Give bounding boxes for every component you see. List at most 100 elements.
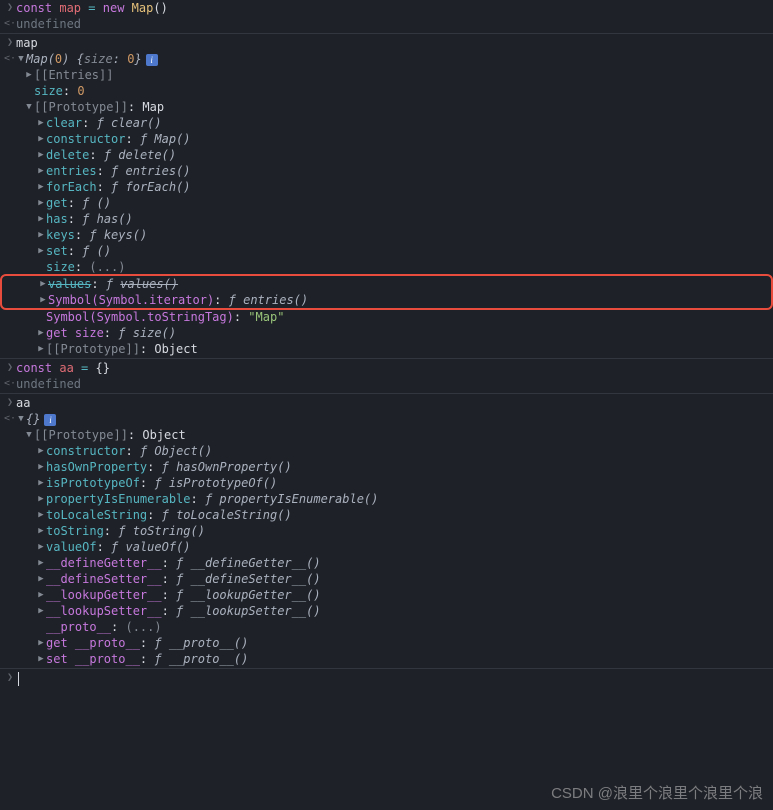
input-line-2[interactable]: ❯ map (0, 35, 773, 51)
collapse-toggle[interactable]: ▶ (36, 475, 46, 491)
separator (0, 358, 773, 359)
prompt-in-icon: ❯ (4, 360, 16, 376)
property-row[interactable]: ▶propertyIsEnumerable: ƒ propertyIsEnume… (0, 491, 773, 507)
collapse-toggle[interactable]: ▶ (36, 163, 46, 179)
collapse-toggle[interactable]: ▶ (36, 587, 46, 603)
expand-toggle[interactable]: ▼ (16, 51, 26, 67)
console-prompt[interactable]: ❯ (0, 670, 773, 686)
collapse-toggle[interactable]: ▶ (36, 571, 46, 587)
collapse-toggle[interactable]: ▶ (36, 523, 46, 539)
collapse-toggle[interactable]: ▶ (36, 179, 46, 195)
prop-label: clear: ƒ clear() (46, 115, 769, 131)
property-row[interactable]: ▶__lookupGetter__: ƒ __lookupGetter__() (0, 587, 773, 603)
collapse-toggle[interactable]: ▶ (24, 67, 34, 83)
entries-row[interactable]: ▶ [[Entries]] (0, 67, 773, 83)
collapse-toggle[interactable]: ▶ (36, 147, 46, 163)
collapse-toggle[interactable]: ▶ (36, 603, 46, 619)
prompt-in-icon: ❯ (4, 35, 16, 51)
property-row[interactable]: ▶__defineSetter__: ƒ __defineSetter__() (0, 571, 773, 587)
watermark: CSDN @浪里个浪里个浪里个浪 (551, 786, 763, 802)
highlight-box: ▶ values: ƒ values() ▶ Symbol(Symbol.ite… (0, 274, 773, 310)
collapse-toggle[interactable]: ▶ (36, 243, 46, 259)
collapse-toggle[interactable]: ▶ (38, 292, 48, 308)
property-row[interactable]: ▶keys: ƒ keys() (0, 227, 773, 243)
collapse-toggle[interactable]: ▶ (36, 131, 46, 147)
property-row[interactable]: ▶clear: ƒ clear() (0, 115, 773, 131)
prop-label: __defineGetter__: ƒ __defineGetter__() (46, 555, 769, 571)
prototype-object-row[interactable]: ▶ [[Prototype]]: Object (0, 341, 773, 357)
collapse-toggle[interactable]: ▶ (36, 459, 46, 475)
property-row[interactable]: ▶valueOf: ƒ valueOf() (0, 539, 773, 555)
prompt-in-icon: ❯ (4, 0, 16, 16)
collapse-toggle[interactable]: ▶ (36, 651, 46, 667)
expand-toggle[interactable]: ▼ (24, 427, 34, 443)
prop-label: get: ƒ () (46, 195, 769, 211)
prop-label: constructor: ƒ Map() (46, 131, 769, 147)
collapse-toggle[interactable]: ▶ (36, 555, 46, 571)
collapse-toggle[interactable]: ▶ (36, 635, 46, 651)
property-row[interactable]: ▶get __proto__: ƒ __proto__() (0, 635, 773, 651)
collapse-toggle[interactable]: ▶ (36, 211, 46, 227)
info-icon[interactable]: i (146, 54, 158, 66)
property-row[interactable]: ▶delete: ƒ delete() (0, 147, 773, 163)
property-row[interactable]: ▶set: ƒ () (0, 243, 773, 259)
values-row[interactable]: ▶ values: ƒ values() (2, 276, 771, 292)
prop-label: toLocaleString: ƒ toLocaleString() (46, 507, 769, 523)
property-row[interactable]: ▶get: ƒ () (0, 195, 773, 211)
output-line-3: <· undefined (0, 376, 773, 392)
expand-toggle[interactable]: ▼ (24, 99, 34, 115)
prototype-row[interactable]: ▼ [[Prototype]]: Map (0, 99, 773, 115)
collapse-toggle[interactable]: ▶ (36, 539, 46, 555)
collapse-toggle[interactable]: ▶ (36, 443, 46, 459)
cursor-icon (18, 672, 19, 686)
prop-label: set: ƒ () (46, 243, 769, 259)
property-row[interactable]: ▶hasOwnProperty: ƒ hasOwnProperty() (0, 459, 773, 475)
property-row[interactable]: ▶constructor: ƒ Map() (0, 131, 773, 147)
expand-toggle[interactable]: ▼ (16, 411, 26, 427)
collapse-toggle[interactable]: ▶ (36, 491, 46, 507)
prompt-in-icon: ❯ (4, 395, 16, 411)
prop-label: [[Entries]] (34, 67, 769, 83)
symbol-iterator-row[interactable]: ▶ Symbol(Symbol.iterator): ƒ entries() (2, 292, 771, 308)
size-prop-row[interactable]: size: (...) (0, 259, 773, 275)
property-row[interactable]: ▶isPrototypeOf: ƒ isPrototypeOf() (0, 475, 773, 491)
object-summary[interactable]: Map(0) {size: 0}i (26, 51, 769, 67)
separator (0, 33, 773, 34)
prop-label: isPrototypeOf: ƒ isPrototypeOf() (46, 475, 769, 491)
property-row[interactable]: ▶set __proto__: ƒ __proto__() (0, 651, 773, 667)
input-line-1[interactable]: ❯ const map = new Map() (0, 0, 773, 16)
get-size-row[interactable]: ▶ get size: ƒ size() (0, 325, 773, 341)
collapse-toggle[interactable]: ▶ (36, 325, 46, 341)
code-input: const aa = {} (16, 360, 769, 376)
prototype-row-2[interactable]: ▼ [[Prototype]]: Object (0, 427, 773, 443)
property-row[interactable]: ▶__defineGetter__: ƒ __defineGetter__() (0, 555, 773, 571)
symbol-tostringtag-row: Symbol(Symbol.toStringTag): "Map" (0, 309, 773, 325)
collapse-toggle[interactable]: ▶ (36, 507, 46, 523)
property-row[interactable]: ▶__lookupSetter__: ƒ __lookupSetter__() (0, 603, 773, 619)
prop-label: valueOf: ƒ valueOf() (46, 539, 769, 555)
collapse-toggle[interactable]: ▶ (38, 276, 48, 292)
collapse-toggle[interactable]: ▶ (36, 115, 46, 131)
input-cursor-area[interactable] (16, 670, 769, 686)
info-icon[interactable]: i (44, 414, 56, 426)
prop-label: toString: ƒ toString() (46, 523, 769, 539)
input-line-4[interactable]: ❯ aa (0, 395, 773, 411)
separator (0, 393, 773, 394)
collapse-toggle[interactable]: ▶ (36, 195, 46, 211)
prompt-out-icon: <· (4, 376, 16, 392)
property-row[interactable]: ▶constructor: ƒ Object() (0, 443, 773, 459)
property-row[interactable]: ▶toString: ƒ toString() (0, 523, 773, 539)
prop-label: entries: ƒ entries() (46, 163, 769, 179)
property-row[interactable]: ▶entries: ƒ entries() (0, 163, 773, 179)
collapse-toggle[interactable]: ▶ (36, 341, 46, 357)
output-obj-header: <· ▼ {}i (0, 411, 773, 427)
proto-dots-row[interactable]: __proto__: (...) (0, 619, 773, 635)
prop-label: __lookupSetter__: ƒ __lookupSetter__() (46, 603, 769, 619)
size-row: size: 0 (0, 83, 773, 99)
property-row[interactable]: ▶forEach: ƒ forEach() (0, 179, 773, 195)
object-summary[interactable]: {}i (26, 411, 769, 427)
property-row[interactable]: ▶toLocaleString: ƒ toLocaleString() (0, 507, 773, 523)
collapse-toggle[interactable]: ▶ (36, 227, 46, 243)
input-line-3[interactable]: ❯ const aa = {} (0, 360, 773, 376)
property-row[interactable]: ▶has: ƒ has() (0, 211, 773, 227)
